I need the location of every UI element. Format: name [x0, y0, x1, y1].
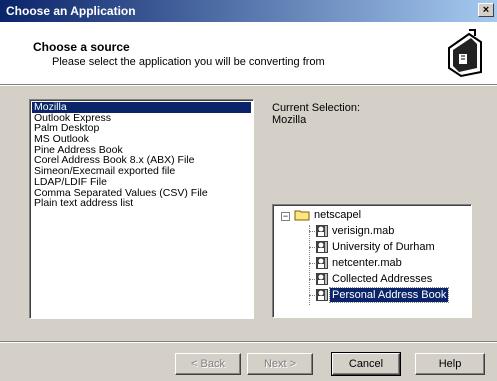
- next-button[interactable]: Next >: [247, 353, 313, 375]
- tree-item-label[interactable]: University of Durham: [330, 240, 437, 254]
- tree-item-label[interactable]: verisign.mab: [330, 224, 396, 238]
- header-divider: [0, 85, 497, 86]
- close-button[interactable]: ×: [478, 3, 494, 17]
- tree-root-label[interactable]: netscapel: [312, 208, 363, 222]
- address-book-icon: [316, 273, 328, 285]
- help-button[interactable]: Help: [415, 353, 485, 375]
- folder-icon: [294, 210, 310, 221]
- footer-divider-highlight: [0, 342, 497, 343]
- wizard-header: Choose a source Please select the applic…: [0, 22, 497, 85]
- header-subheading: Please select the application you will b…: [52, 56, 325, 68]
- address-book-tree[interactable]: − netscapel verisign.mab University of Du…: [272, 204, 472, 318]
- address-book-icon: [448, 29, 482, 78]
- application-list[interactable]: Mozilla Outlook Express Palm Desktop MS Out…: [29, 99, 254, 319]
- tree-item-label[interactable]: Collected Addresses: [330, 272, 434, 286]
- cancel-button[interactable]: Cancel: [331, 352, 401, 376]
- address-book-icon: [316, 257, 328, 269]
- application-list-item[interactable]: LDAP/LDIF File: [32, 177, 251, 188]
- title-bar: Choose an Application ×: [0, 0, 497, 22]
- address-book-icon: [316, 225, 328, 237]
- application-list-item[interactable]: Plain text address list: [32, 198, 251, 209]
- address-book-icon: [316, 241, 328, 253]
- tree-item-label[interactable]: Personal Address Book: [328, 287, 450, 303]
- tree-expander-icon[interactable]: −: [281, 212, 290, 221]
- tree-item-label[interactable]: netcenter.mab: [330, 256, 404, 270]
- current-selection-label: Current Selection:: [272, 102, 361, 114]
- header-heading: Choose a source: [33, 40, 130, 54]
- back-button[interactable]: < Back: [175, 353, 241, 375]
- address-book-icon: [316, 289, 328, 301]
- tree-connector: [309, 225, 310, 305]
- current-selection-value: Mozilla: [272, 114, 307, 126]
- window-title: Choose an Application: [6, 4, 136, 18]
